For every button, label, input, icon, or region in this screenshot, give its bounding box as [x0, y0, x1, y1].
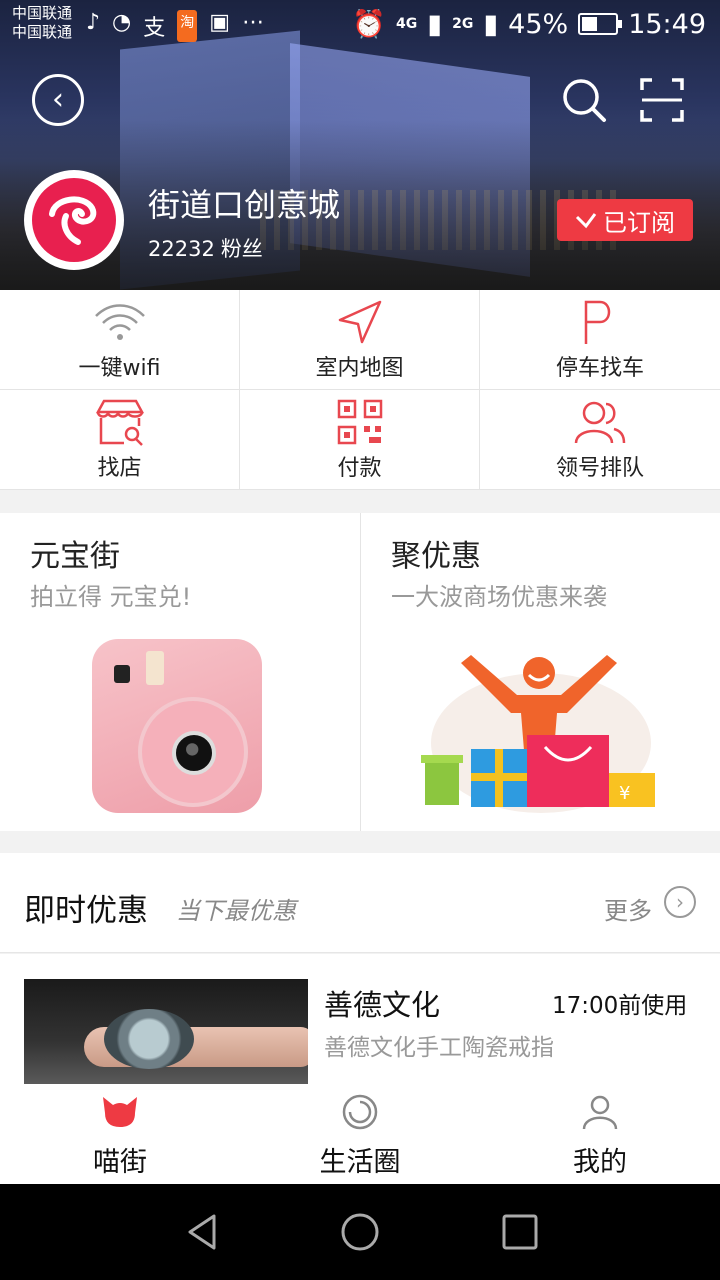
mall-logo: [24, 170, 124, 270]
more-dots-icon: ⋯: [242, 10, 265, 35]
battery-percent: 45%: [508, 8, 569, 40]
promo-cards: 元宝街 拍立得 元宝兑! 聚优惠 一大波商场优惠来袭 ¥: [0, 513, 720, 831]
quick-parking[interactable]: 停车找车: [480, 290, 720, 390]
deal-shop-name: 善德文化: [324, 988, 441, 1022]
bottom-tab-bar: 喵街 生活圈 我的: [0, 1084, 720, 1184]
section-subtitle: 当下最优惠: [176, 897, 296, 925]
user-icon: [582, 1095, 618, 1130]
parking-icon: [584, 300, 611, 344]
carrier-labels: 中国联通 中国联通: [12, 4, 73, 41]
tab-miaojie[interactable]: 喵街: [0, 1084, 240, 1184]
network-2g: 2G: [452, 16, 474, 32]
mall-name: 街道口创意城: [148, 186, 341, 224]
more-button[interactable]: ›: [664, 886, 696, 918]
shopping-celebration-illustration: ¥: [421, 655, 655, 813]
alarm-icon: ⏰: [352, 9, 386, 40]
cat-icon: [103, 1097, 137, 1127]
signal-icon: ▮: [483, 8, 499, 40]
more-link[interactable]: 更多: [604, 891, 652, 926]
chevron-left-icon: ‹: [52, 82, 64, 117]
mall-header-banner: 中国联通 中国联通 ♪ ◔ 支 淘 ▣ ⋯ ⏰ 4G ▮ 2G ▮ 45% 15…: [0, 0, 720, 290]
cloud-swirl-icon: [49, 196, 97, 245]
promo-subtitle: 拍立得 元宝兑!: [30, 583, 192, 611]
subscribe-button[interactable]: 已订阅: [557, 199, 693, 241]
taobao-icon: 淘: [177, 10, 198, 42]
recents-square-icon[interactable]: [500, 1212, 540, 1252]
system-nav-bar: [0, 1184, 720, 1280]
store-search-icon: [95, 399, 144, 446]
deal-list-item[interactable]: 善德文化 17:00前使用 善德文化手工陶瓷戒指: [0, 954, 720, 1084]
app-screen: 中国联通 中国联通 ♪ ◔ 支 淘 ▣ ⋯ ⏰ 4G ▮ 2G ▮ 45% 15…: [0, 0, 720, 1280]
promo-title: 聚优惠: [391, 539, 481, 574]
clock-time: 15:49: [628, 8, 706, 40]
back-button[interactable]: ‹: [32, 74, 84, 126]
status-bar: 中国联通 中国联通 ♪ ◔ 支 淘 ▣ ⋯ ⏰ 4G ▮ 2G ▮ 45% 15…: [0, 0, 720, 52]
fans-count: 22232 粉丝: [148, 237, 263, 261]
quick-queue[interactable]: 领号排队: [480, 390, 720, 490]
deal-valid-time: 17:00前使用: [552, 993, 688, 1019]
circle-icon: [342, 1094, 378, 1130]
svg-text:¥: ¥: [619, 783, 630, 804]
deal-description: 善德文化手工陶瓷戒指: [324, 1035, 554, 1061]
image-icon: ▣: [209, 10, 231, 35]
navigation-arrow-icon: [338, 300, 381, 344]
deal-thumbnail: [24, 979, 308, 1084]
users-icon: [574, 401, 626, 444]
quick-find-store[interactable]: 找店: [0, 390, 240, 490]
qr-code-icon: [337, 399, 382, 445]
instant-deals-header: 即时优惠 当下最优惠 更多 ›: [0, 853, 720, 953]
promo-card-deals[interactable]: 聚优惠 一大波商场优惠来袭 ¥: [360, 513, 720, 831]
scan-button[interactable]: [640, 78, 684, 122]
scan-icon: [640, 78, 684, 122]
search-icon: [563, 79, 606, 122]
quick-indoor-map[interactable]: 室内地图: [240, 290, 480, 390]
promo-card-yuanbao[interactable]: 元宝街 拍立得 元宝兑!: [0, 513, 360, 831]
qq-icon: ◔: [112, 10, 132, 35]
battery-icon: [578, 13, 623, 35]
chevron-right-icon: ›: [676, 890, 684, 914]
promo-title: 元宝街: [30, 539, 120, 574]
home-circle-icon[interactable]: [340, 1212, 380, 1252]
section-title: 即时优惠: [24, 893, 148, 929]
back-triangle-icon[interactable]: [182, 1212, 222, 1252]
search-button[interactable]: [560, 76, 608, 124]
check-icon: [575, 213, 597, 229]
wifi-icon: [94, 304, 145, 340]
network-4g: 4G: [395, 16, 418, 32]
tab-mine[interactable]: 我的: [480, 1084, 720, 1184]
music-note-icon: ♪: [86, 10, 101, 35]
signal-icon: ▮: [427, 8, 443, 40]
instant-camera-image: [92, 639, 262, 813]
tab-life-circle[interactable]: 生活圈: [240, 1084, 480, 1184]
quick-wifi[interactable]: 一键wifi: [0, 290, 240, 390]
quick-actions-grid: 一键wifi 室内地图 停车找车 找店 付款 领号排队: [0, 290, 720, 490]
notification-icons: ♪ ◔ 支 淘 ▣ ⋯: [86, 10, 264, 42]
alipay-icon: 支: [143, 16, 166, 41]
promo-subtitle: 一大波商场优惠来袭: [391, 583, 607, 611]
quick-pay[interactable]: 付款: [240, 390, 480, 490]
